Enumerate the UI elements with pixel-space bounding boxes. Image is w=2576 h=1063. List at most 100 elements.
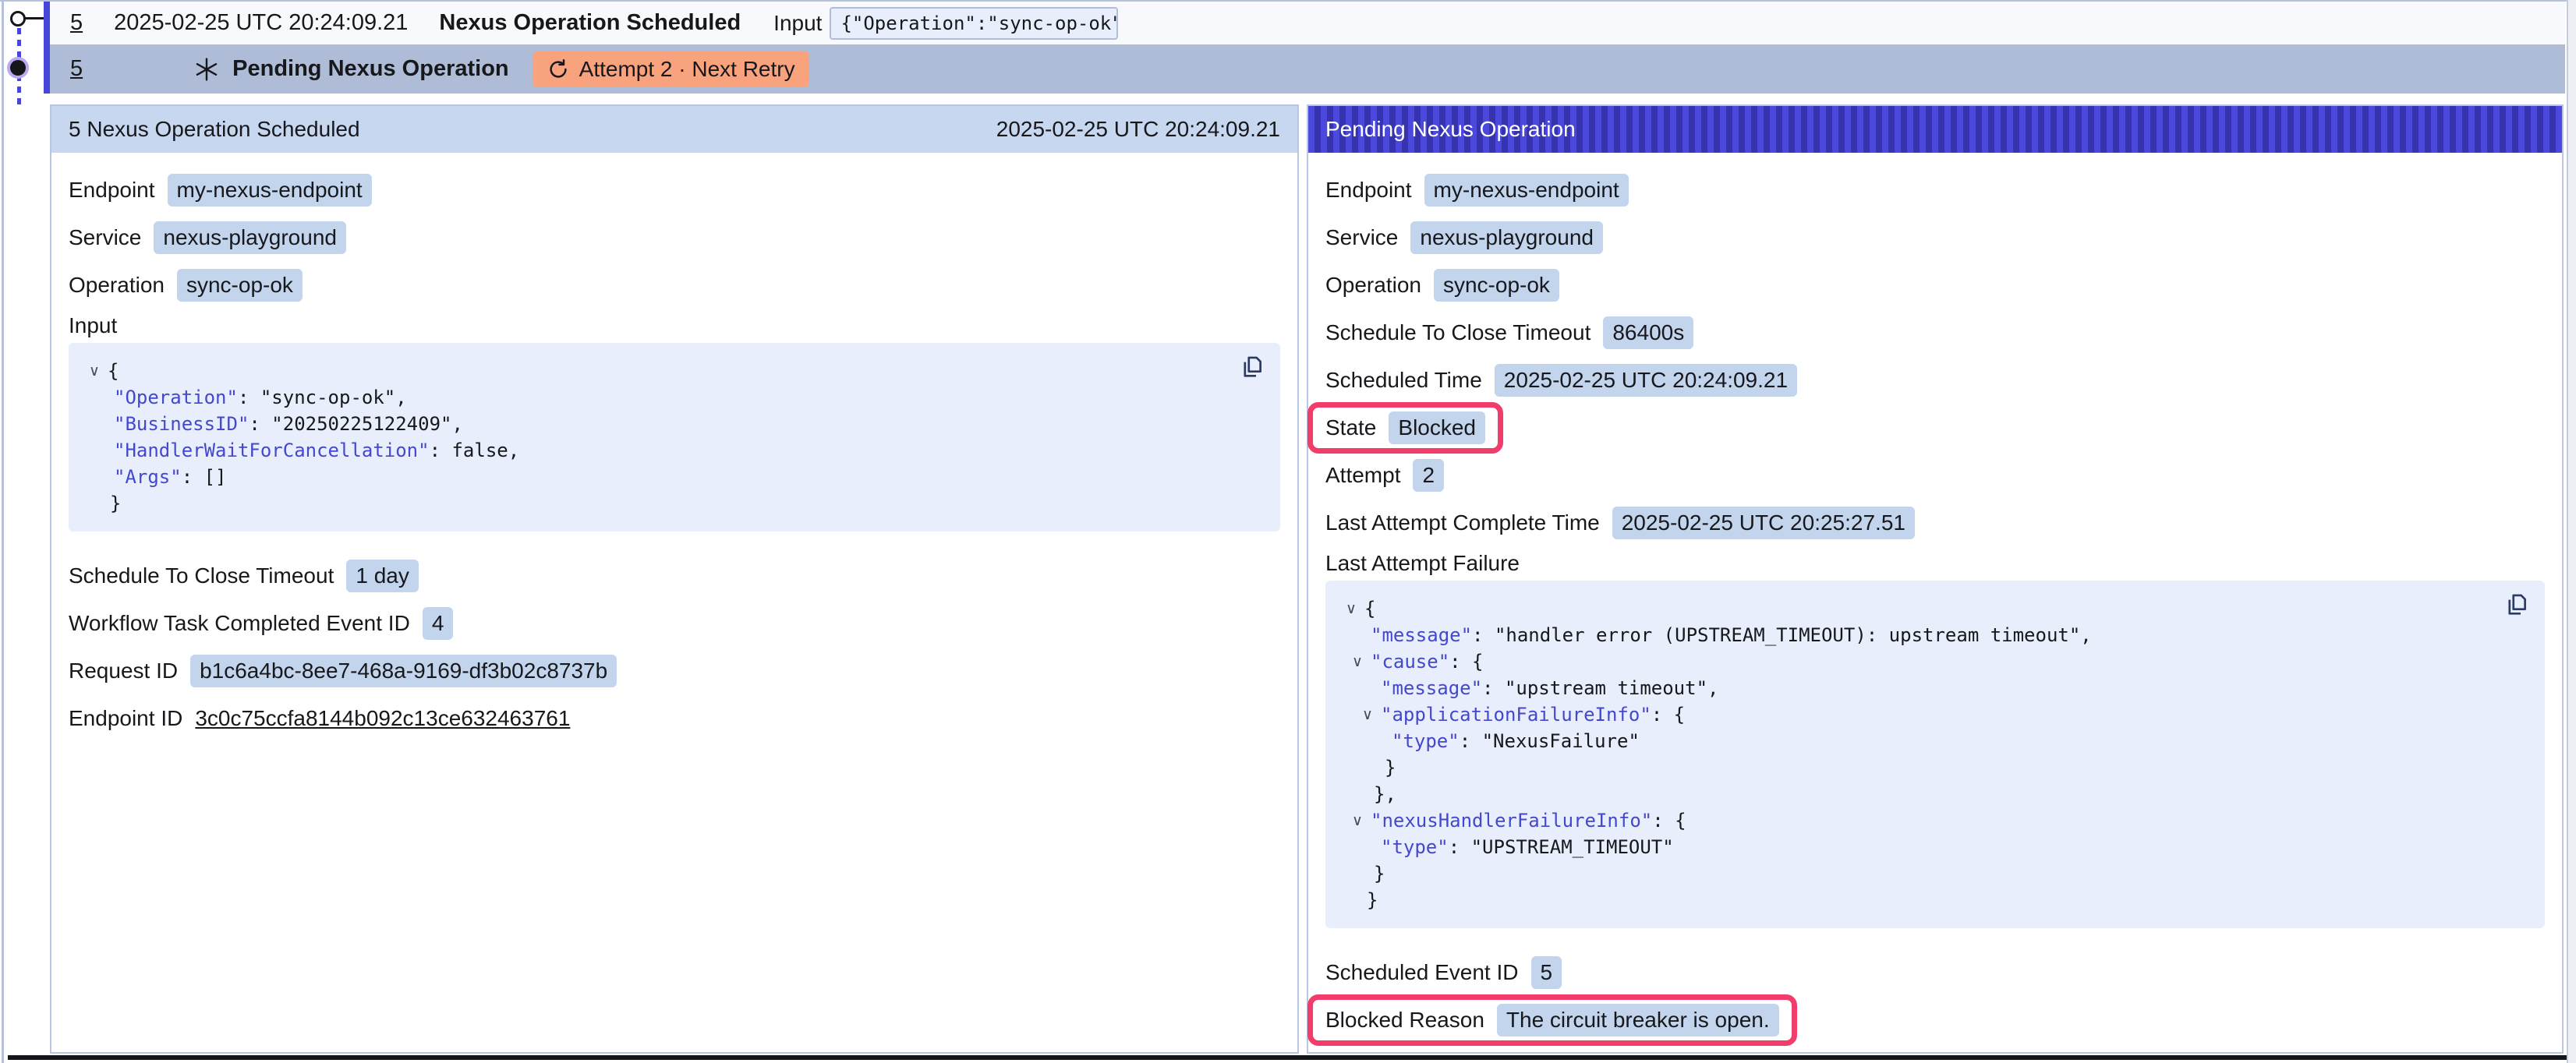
json-key: "type"	[1392, 730, 1460, 752]
json-key: "BusinessID"	[114, 413, 249, 435]
json-line: ∨"cause": {	[1341, 648, 2529, 675]
field-service: Service nexus-playground	[69, 214, 1280, 261]
failure-section-label: Last Attempt Failure	[1325, 551, 1520, 576]
json-text: : false,	[430, 440, 520, 461]
pending-detail-card: Pending Nexus Operation Endpoint my-nexus…	[1307, 104, 2564, 1054]
timeline-connector	[24, 17, 44, 19]
json-line: ∨{	[1341, 595, 2529, 622]
field-last-attempt-complete-time: Last Attempt Complete Time 2025-02-25 UTC…	[1325, 499, 2545, 546]
collapse-caret-icon[interactable]: ∨	[84, 358, 104, 384]
field-label: Workflow Task Completed Event ID	[69, 611, 410, 636]
field-value-badge: my-nexus-endpoint	[1424, 174, 1629, 207]
input-section-label: Input	[69, 313, 117, 338]
field-value-badge: 4	[423, 607, 454, 640]
collapse-caret-icon[interactable]: ∨	[1341, 595, 1361, 622]
json-text: : {	[1449, 651, 1483, 673]
json-text: }	[1385, 757, 1396, 779]
field-label: Schedule To Close Timeout	[69, 563, 334, 588]
json-line: }	[1341, 860, 2529, 887]
app-frame: 5 2025-02-25 UTC 20:24:09.21 Nexus Opera…	[0, 0, 2576, 1063]
field-label: Last Attempt Complete Time	[1325, 510, 1600, 535]
window-bottom-edge	[8, 1055, 2567, 1060]
pending-asterisk-icon	[193, 56, 220, 83]
json-line: "Operation": "sync-op-ok",	[84, 384, 1265, 411]
json-line: ∨{	[84, 358, 1265, 384]
field-label: Service	[69, 225, 141, 250]
field-blocked-reason: Blocked ReasonThe circuit breaker is ope…	[1325, 996, 2545, 1044]
json-line: }	[1341, 887, 2529, 913]
field-label: Endpoint ID	[69, 706, 182, 731]
event-title: Nexus Operation Scheduled	[439, 10, 741, 36]
field-value-badge: 2025-02-25 UTC 20:24:09.21	[1495, 364, 1797, 397]
field-scheduled-event-id: Scheduled Event ID 5	[1325, 948, 2545, 996]
field-label: Blocked Reason	[1325, 1008, 1484, 1033]
field-label: Scheduled Event ID	[1325, 960, 1519, 985]
event-marker-open-icon[interactable]	[10, 11, 26, 26]
retry-badge: Attempt 2 · Next Retry	[533, 51, 809, 87]
event-detail-header: 5 Nexus Operation Scheduled 2025-02-25 U…	[51, 106, 1297, 153]
field-request-id: Request ID b1c6a4bc-8ee7-468a-9169-df3b02…	[69, 647, 1280, 694]
field-value-badge: nexus-playground	[1410, 221, 1603, 254]
field-label: Request ID	[69, 659, 178, 683]
event-detail-timestamp: 2025-02-25 UTC 20:24:09.21	[996, 117, 1280, 142]
field-scheduled-time: Scheduled Time2025-02-25 UTC 20:24:09.21	[1325, 356, 2545, 404]
json-text: }	[1374, 863, 1385, 885]
json-key: "Operation"	[114, 387, 238, 408]
event-row[interactable]: 5 2025-02-25 UTC 20:24:09.21 Nexus Opera…	[50, 2, 2565, 44]
timeline-active-bar	[44, 2, 50, 94]
field-value-badge: 86400s	[1603, 316, 1693, 349]
field-workflow-task-completed-event-id: Workflow Task Completed Event ID 4	[69, 599, 1280, 647]
event-marker-current-icon[interactable]	[10, 60, 26, 76]
collapse-caret-icon[interactable]: ∨	[1347, 807, 1368, 834]
event-detail-title: 5 Nexus Operation Scheduled	[69, 117, 360, 142]
retry-icon	[547, 58, 570, 81]
field-endpoint: Endpointmy-nexus-endpoint	[69, 166, 1280, 214]
pending-detail-title: Pending Nexus Operation	[1325, 117, 1576, 142]
event-timestamp: 2025-02-25 UTC 20:24:09.21	[114, 10, 408, 36]
json-line: "HandlerWaitForCancellation": false,	[84, 437, 1265, 464]
json-key: "type"	[1381, 836, 1449, 858]
json-line: },	[1341, 781, 2529, 807]
pending-detail-header: Pending Nexus Operation	[1308, 106, 2562, 153]
pending-title: Pending Nexus Operation	[232, 56, 509, 82]
retry-badge-label: Attempt 2 · Next Retry	[579, 57, 795, 82]
pending-operation-row[interactable]: 5 Pending Nexus Operation Attempt 2 · Ne…	[50, 44, 2565, 94]
field-schedule-to-close-timeout: Schedule To Close Timeout86400s	[1325, 309, 2545, 356]
json-line: "type": "UPSTREAM_TIMEOUT"	[1341, 834, 2529, 860]
json-text: },	[1374, 783, 1396, 805]
pending-id-link[interactable]: 5	[70, 56, 83, 82]
json-line: "Args": []	[84, 464, 1265, 490]
field-label: Attempt	[1325, 463, 1400, 488]
event-input-preview[interactable]: {"Operation":"sync-op-ok","BusinessID":"…	[830, 7, 1118, 40]
field-value-badge: 2025-02-25 UTC 20:25:27.51	[1612, 507, 1915, 539]
json-line: }	[84, 490, 1265, 517]
field-value-link[interactable]: 3c0c75ccfa8144b092c13ce632463761	[195, 706, 570, 731]
field-label: Endpoint	[1325, 178, 1412, 203]
field-label: Service	[1325, 225, 1398, 250]
field-value-badge: b1c6a4bc-8ee7-468a-9169-df3b02c8737b	[190, 655, 617, 687]
json-key: "applicationFailureInfo"	[1381, 704, 1651, 726]
frame-border	[2, 0, 4, 1063]
annotation-highlight-box: StateBlocked	[1307, 402, 1503, 454]
collapse-caret-icon[interactable]: ∨	[1357, 701, 1378, 728]
field-value-badge: 1 day	[346, 560, 419, 592]
field-label: Operation	[69, 273, 165, 298]
field-value-badge: Blocked	[1389, 411, 1485, 444]
json-text: : "20250225122409",	[249, 413, 463, 435]
json-line: "BusinessID": "20250225122409",	[84, 411, 1265, 437]
field-attempt: Attempt 2	[1325, 451, 2545, 499]
field-service: Service nexus-playground	[1325, 214, 2545, 261]
field-label: Endpoint	[69, 178, 155, 203]
json-text: {	[1364, 598, 1375, 620]
json-line: "message": "upstream timeout",	[1341, 675, 2529, 701]
field-value-badge: 5	[1531, 956, 1562, 989]
json-text: : "sync-op-ok",	[238, 387, 407, 408]
failure-json-block: ∨{"message": "handler error (UPSTREAM_TI…	[1325, 581, 2545, 928]
json-line: }	[1341, 754, 2529, 781]
scrollbar[interactable]	[2567, 0, 2576, 1063]
field-value-badge: nexus-playground	[154, 221, 346, 254]
event-id-link[interactable]: 5	[70, 10, 83, 36]
field-value-badge: 2	[1413, 459, 1444, 492]
json-key: "message"	[1381, 677, 1482, 699]
collapse-caret-icon[interactable]: ∨	[1347, 648, 1368, 675]
